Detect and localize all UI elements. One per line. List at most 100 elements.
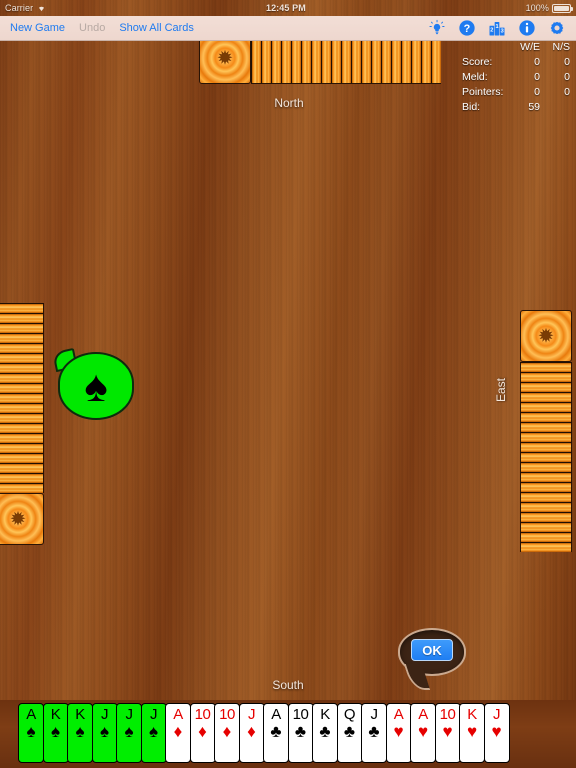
card-back-edge xyxy=(520,382,572,392)
card-back-edge xyxy=(520,492,572,502)
scoreboard-row: Meld: 0 0 xyxy=(462,70,570,85)
card-rank: A xyxy=(26,706,36,723)
hearts-icon: ♥ xyxy=(417,722,429,741)
diamonds-icon: ♦ xyxy=(173,722,183,741)
status-bar-right: 100% xyxy=(526,3,576,13)
spades-icon: ♠ xyxy=(26,722,36,741)
card-back-edge xyxy=(520,522,572,532)
card-back-edge xyxy=(0,303,44,313)
score-label: Score: xyxy=(462,56,493,68)
hand-card[interactable]: J ♥ xyxy=(483,703,510,763)
south-label: South xyxy=(272,678,304,692)
card-rank: A xyxy=(173,706,183,723)
hand-card[interactable]: A ♦ xyxy=(165,703,191,763)
scores-podium-icon[interactable]: 2 1 3 xyxy=(488,19,506,37)
card-rank: J xyxy=(493,706,501,723)
card-rank: 10 xyxy=(194,706,211,723)
hand-card[interactable]: K ♠ xyxy=(42,703,69,763)
carrier-label: Carrier xyxy=(5,3,34,13)
scoreboard-col-we: W/E xyxy=(520,41,540,53)
card-back-edge xyxy=(0,413,44,423)
card-rank: J xyxy=(125,706,134,723)
spades-icon: ♠ xyxy=(124,722,134,741)
card-rank: A xyxy=(393,706,404,723)
card-rank: J xyxy=(248,706,256,723)
hearts-icon: ♥ xyxy=(393,722,404,741)
new-game-button[interactable]: New Game xyxy=(10,22,65,34)
starburst-icon: ✹ xyxy=(538,326,554,346)
card-back-edge xyxy=(520,442,572,452)
show-all-cards-button[interactable]: Show All Cards xyxy=(119,22,194,34)
hand-card[interactable]: J ♣ xyxy=(361,703,387,763)
hand-card[interactable]: A ♥ xyxy=(385,703,412,763)
hand-card[interactable]: A ♥ xyxy=(410,703,436,763)
hint-lightbulb-icon[interactable] xyxy=(428,19,446,37)
hand-card[interactable]: K ♥ xyxy=(459,703,485,763)
card-back-edge xyxy=(520,412,572,422)
card-rank: 10 xyxy=(292,706,309,723)
card-back-edge xyxy=(0,393,44,403)
card-back-edge xyxy=(520,532,572,542)
diamonds-icon: ♦ xyxy=(198,722,207,741)
spade-icon: ♠ xyxy=(84,362,108,412)
hand-card[interactable]: J ♦ xyxy=(238,703,265,763)
card-back-edge xyxy=(520,372,572,382)
card-rank: 10 xyxy=(439,706,456,723)
card-rank: K xyxy=(50,706,61,723)
hand-card[interactable]: K ♠ xyxy=(67,703,93,763)
card-back-edge xyxy=(520,472,572,482)
card-back-edge xyxy=(0,353,44,363)
hand-card[interactable]: J ♠ xyxy=(91,703,118,763)
spades-icon: ♠ xyxy=(99,722,110,741)
undo-button[interactable]: Undo xyxy=(79,22,105,34)
bid-ns-value xyxy=(540,100,570,115)
starburst-icon: ✹ xyxy=(10,509,26,529)
hearts-icon: ♥ xyxy=(442,722,453,741)
trump-suit-bubble[interactable]: ♠ xyxy=(52,347,134,420)
east-card-pile[interactable]: ✹ xyxy=(520,310,572,552)
pointers-label: Pointers: xyxy=(462,86,504,98)
card-rank: K xyxy=(467,706,477,723)
meld-label: Meld: xyxy=(462,71,488,83)
card-back-edge xyxy=(520,452,572,462)
ok-speech-bubble: OK xyxy=(398,628,466,692)
info-icon[interactable] xyxy=(518,19,536,37)
hand-card[interactable]: J ♠ xyxy=(140,703,167,763)
meld-ns-value: 0 xyxy=(564,71,570,83)
hand-card[interactable]: 10 ♦ xyxy=(189,703,216,763)
card-back-edge xyxy=(520,512,572,522)
clubs-icon: ♣ xyxy=(343,722,356,741)
score-ns-value: 0 xyxy=(564,56,570,68)
ok-button[interactable]: OK xyxy=(411,639,453,661)
hand-card[interactable]: A ♣ xyxy=(263,703,289,763)
card-rank: Q xyxy=(343,706,356,723)
hand-card[interactable]: Q ♣ xyxy=(336,703,363,763)
west-card-pile[interactable]: ✹ xyxy=(0,303,44,545)
clubs-icon: ♣ xyxy=(294,722,307,741)
card-back-edge xyxy=(520,502,572,512)
scoreboard-header-row: W/E N/S xyxy=(462,40,570,55)
help-question-icon[interactable]: ? xyxy=(458,19,476,37)
starburst-icon: ✹ xyxy=(217,48,233,68)
settings-gear-icon[interactable] xyxy=(548,19,566,37)
pointers-ns-value: 0 xyxy=(564,86,570,98)
battery-percent-label: 100% xyxy=(525,3,549,13)
hand-card[interactable]: 10 ♥ xyxy=(434,703,461,763)
card-back-edge xyxy=(0,323,44,333)
card-back-edge xyxy=(520,392,572,402)
hand-card[interactable]: A ♠ xyxy=(18,703,44,763)
battery-icon xyxy=(552,3,573,13)
hand-card[interactable]: K ♣ xyxy=(312,703,338,763)
card-back-edge xyxy=(0,433,44,443)
clubs-icon: ♣ xyxy=(270,722,282,741)
hand-card[interactable]: 10 ♣ xyxy=(287,703,314,763)
diamonds-icon: ♦ xyxy=(222,722,232,741)
svg-text:1: 1 xyxy=(495,24,498,30)
toolbar: New Game Undo Show All Cards ? 2 1 3 xyxy=(0,16,576,41)
card-back-edge xyxy=(520,402,572,412)
scoreboard-row: Score: 0 0 xyxy=(462,55,570,70)
hand-card[interactable]: 10 ♦ xyxy=(214,703,240,763)
status-bar-time: 12:45 PM xyxy=(265,3,306,13)
spades-icon: ♠ xyxy=(148,722,159,741)
hand-card[interactable]: J ♠ xyxy=(116,703,142,763)
